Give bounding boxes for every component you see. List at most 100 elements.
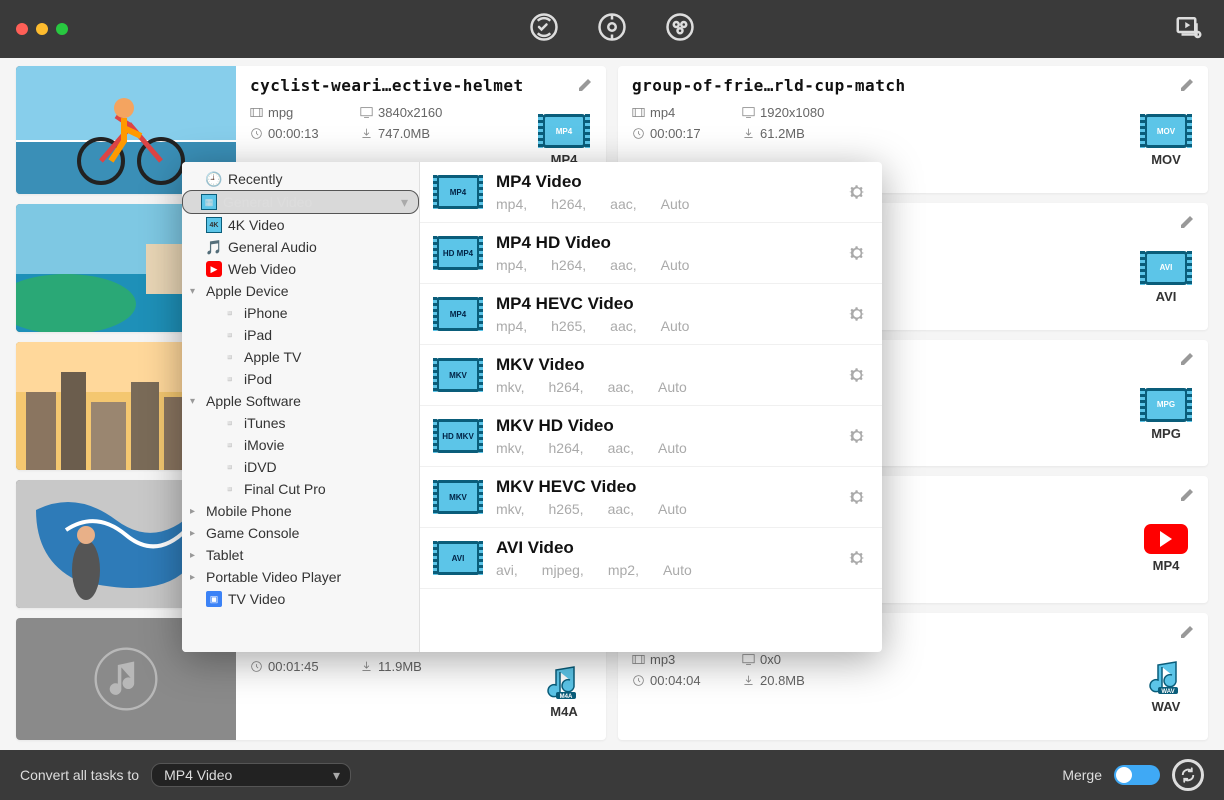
merge-toggle[interactable] [1114,765,1160,785]
category-label: 4K Video [228,217,285,233]
category-label: General Audio [228,239,317,255]
preset-title: MKV HD Video [496,416,832,436]
preset-title: MP4 HEVC Video [496,294,832,314]
maximize-button[interactable] [56,23,68,35]
gear-icon[interactable] [848,305,866,323]
preset-item[interactable]: AVIAVI Videoavi,mjpeg,mp2,Auto [420,528,882,589]
preset-title: AVI Video [496,538,832,558]
file-meta: mp41920x108000:00:1761.2MB [632,105,1194,141]
category-label: Game Console [206,525,299,541]
output-format[interactable]: MPGMPG [1144,388,1188,441]
category-item[interactable]: ▸Game Console [182,522,419,544]
category-item[interactable]: ▸Portable Video Player [182,566,419,588]
preset-icon: HD MKV [436,419,480,453]
preset-icon: MP4 [436,297,480,331]
convert-tab-icon[interactable] [529,12,559,47]
category-subitem[interactable]: ▫️iDVD [182,456,419,478]
category-tree: 🕘Recently▦General Video4K4K Video🎵Genera… [182,162,420,652]
category-label: TV Video [228,591,285,607]
category-label: iDVD [244,459,277,475]
gear-icon[interactable] [848,427,866,445]
category-label: Final Cut Pro [244,481,326,497]
category-label: iMovie [244,437,284,453]
media-library-icon[interactable] [1174,12,1204,47]
gear-icon[interactable] [848,183,866,201]
format-icon: MP4 [542,114,586,148]
output-format[interactable]: M4AM4A [542,666,586,719]
file-meta: mp30x000:04:0420.8MB [632,652,1194,688]
gear-icon[interactable] [848,366,866,384]
category-subitem[interactable]: ▫️iPad [182,324,419,346]
category-item[interactable]: ▸Mobile Phone [182,500,419,522]
output-format[interactable]: WAVWAV [1144,661,1188,714]
convert-all-label: Convert all tasks to [20,767,139,783]
window-controls [16,23,68,35]
mode-tabs [529,12,695,47]
category-subitem[interactable]: ▫️iPod [182,368,419,390]
edit-tab-icon[interactable] [665,12,695,47]
category-item[interactable]: 4K4K Video [182,214,419,236]
titlebar [0,0,1224,58]
preset-tags: mp4,h265,aac,Auto [496,318,832,334]
category-subitem[interactable]: ▫️iTunes [182,412,419,434]
category-item[interactable]: ▾Apple Device [182,280,419,302]
category-item[interactable]: 🕘Recently [182,168,419,190]
preset-item[interactable]: MKV MKV HEVC Video mkv,h265,aac,Auto [420,467,882,528]
output-format[interactable]: AVIAVI [1144,251,1188,304]
preset-icon: MP4 [436,175,480,209]
preset-title: MKV HEVC Video [496,477,832,497]
preset-icon: MKV [436,358,480,392]
preset-icon: MKV [436,480,480,514]
minimize-button[interactable] [36,23,48,35]
category-subitem[interactable]: ▫️Final Cut Pro [182,478,419,500]
format-icon: AVI [1144,251,1188,285]
category-label: iPod [244,371,272,387]
category-subitem[interactable]: ▫️iPhone [182,302,419,324]
category-item[interactable]: ▾Apple Software [182,390,419,412]
category-label: Apple TV [244,349,301,365]
category-label: iTunes [244,415,286,431]
category-label: Portable Video Player [206,569,341,585]
category-item[interactable]: 🎵General Audio [182,236,419,258]
preset-tags: mkv,h265,aac,Auto [496,501,832,517]
category-label: Mobile Phone [206,503,292,519]
svg-text:WAV: WAV [1161,689,1174,695]
category-subitem[interactable]: ▫️iMovie [182,434,419,456]
edit-icon[interactable] [576,74,596,94]
edit-icon[interactable] [1178,348,1198,368]
close-button[interactable] [16,23,28,35]
category-item[interactable]: ▶Web Video [182,258,419,280]
category-subitem[interactable]: ▫️Apple TV [182,346,419,368]
output-format[interactable]: MP4MP4 [542,114,586,167]
category-label: Tablet [206,547,243,563]
edit-icon[interactable] [1178,621,1198,641]
output-format[interactable]: MP4 [1144,524,1188,573]
format-icon: MOV [1144,114,1188,148]
category-item[interactable]: ▦General Video [182,190,419,214]
format-icon [1144,524,1188,554]
preset-item[interactable]: MKVMKV Videomkv,h264,aac,Auto [420,345,882,406]
preset-item[interactable]: MP4 MP4 HEVC Video mp4,h265,aac,Auto [420,284,882,345]
preset-tags: mp4,h264,aac,Auto [496,196,832,212]
svg-text:M4A: M4A [560,694,573,700]
start-convert-button[interactable] [1172,759,1204,791]
gear-icon[interactable] [848,549,866,567]
edit-icon[interactable] [1178,74,1198,94]
preset-title: MP4 Video [496,172,832,192]
category-item[interactable]: ▸Tablet [182,544,419,566]
edit-icon[interactable] [1178,211,1198,231]
category-label: iPad [244,327,272,343]
preset-tags: mkv,h264,aac,Auto [496,379,832,395]
edit-icon[interactable] [1178,484,1198,504]
format-icon: WAV [1144,661,1188,695]
category-item[interactable]: ▣TV Video [182,588,419,610]
gear-icon[interactable] [848,244,866,262]
output-format[interactable]: MOVMOV [1144,114,1188,167]
preset-item[interactable]: HD MKVMKV HD Videomkv,h264,aac,Auto [420,406,882,467]
download-tab-icon[interactable] [597,12,627,47]
convert-all-select[interactable]: MP4 Video [151,763,351,787]
preset-item[interactable]: HD MP4MP4 HD Videomp4,h264,aac,Auto [420,223,882,284]
preset-item[interactable]: MP4 MP4 Video mp4,h264,aac,Auto [420,162,882,223]
format-icon: MPG [1144,388,1188,422]
gear-icon[interactable] [848,488,866,506]
